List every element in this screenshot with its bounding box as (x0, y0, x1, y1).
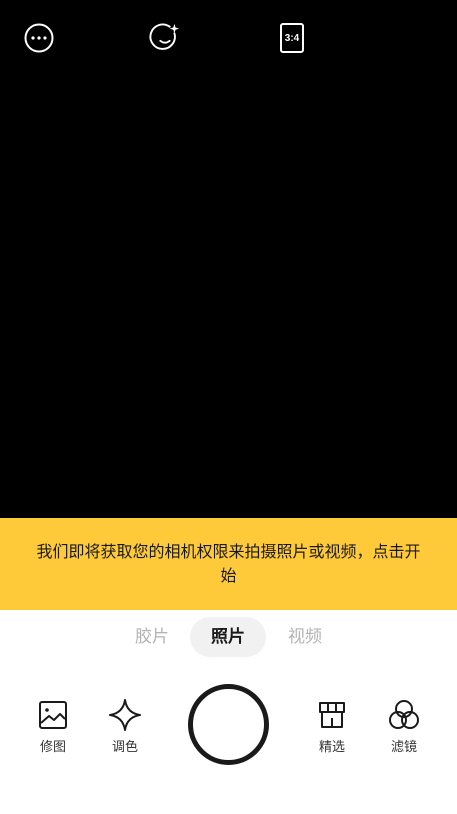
shop-icon (315, 698, 349, 732)
aspect-ratio-label: 3:4 (284, 32, 300, 44)
color-adjust-button[interactable]: 调色 (95, 698, 155, 762)
tab-film-label: 胶片 (135, 627, 169, 647)
tab-photo[interactable]: 照片 (190, 617, 266, 657)
permission-banner-text: 我们即将获取您的相机权限来拍摄照片或视频，点击开始 (36, 542, 421, 585)
filter-circles-icon (387, 698, 421, 732)
tab-video[interactable]: 视频 (267, 617, 343, 657)
camera-permission-banner[interactable]: 我们即将获取您的相机权限来拍摄照片或视频，点击开始 (0, 518, 457, 610)
beauty-button[interactable] (149, 22, 181, 54)
capture-mode-tabs: 胶片 照片 视频 (0, 617, 457, 657)
tab-video-label: 视频 (288, 627, 322, 647)
edit-photo-button[interactable]: 修图 (23, 698, 83, 762)
beauty-face-icon (149, 23, 180, 50)
filter-label: 滤镜 (390, 740, 417, 755)
more-button[interactable] (23, 22, 55, 54)
shutter-button[interactable] (188, 684, 269, 765)
more-icon (24, 23, 54, 53)
tab-photo-label: 照片 (211, 627, 245, 647)
edit-photo-label: 修图 (39, 740, 66, 755)
aspect-ratio-button[interactable]: 3:4 (276, 22, 308, 54)
sparkle-icon (108, 698, 142, 732)
featured-button[interactable]: 精选 (302, 698, 362, 762)
filter-button[interactable]: 滤镜 (374, 698, 434, 762)
aspect-ratio-icon: 3:4 (280, 23, 304, 53)
tab-film[interactable]: 胶片 (114, 617, 190, 657)
camera-viewfinder[interactable]: 3:4 (0, 0, 457, 518)
color-adjust-label: 调色 (111, 740, 138, 755)
featured-label: 精选 (318, 740, 345, 755)
image-icon (36, 698, 70, 732)
